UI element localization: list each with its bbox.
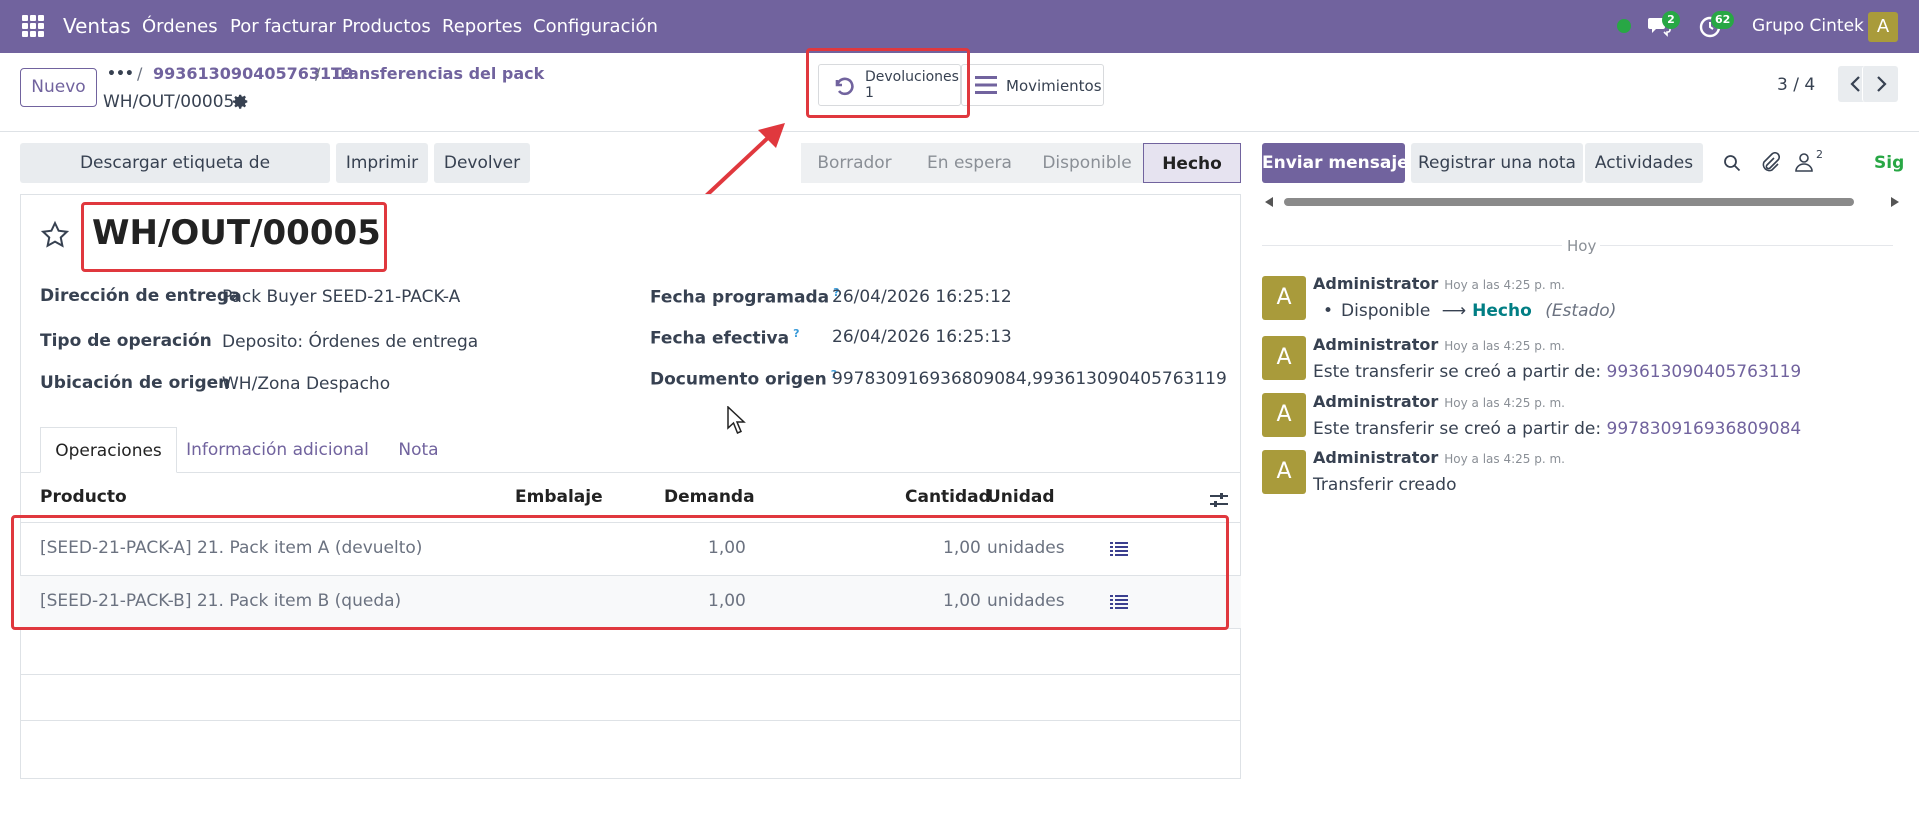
field-label-source-location: Ubicación de origen	[40, 373, 231, 393]
column-header-quantity[interactable]: Cantidad	[905, 487, 991, 507]
field-label-delivery-address: Dirección de entrega	[40, 286, 241, 306]
chatter-scrollbar[interactable]	[1262, 193, 1902, 211]
column-header-demand[interactable]: Demanda	[664, 487, 755, 507]
apps-menu-icon[interactable]	[22, 15, 44, 37]
stage-draft[interactable]: Borrador	[801, 143, 908, 183]
pager-value[interactable]: 3 / 4	[1777, 75, 1815, 95]
tab-operations[interactable]: Operaciones	[40, 427, 177, 473]
column-header-packaging[interactable]: Embalaje	[515, 487, 603, 507]
mouse-cursor-icon	[727, 406, 746, 434]
message-author: Administrator Hoy a las 4:25 p. m.	[1313, 274, 1565, 293]
stage-available[interactable]: Disponible	[1031, 143, 1143, 183]
table-divider	[20, 674, 1241, 675]
tracking-field: (Estado)	[1545, 301, 1617, 321]
avatar[interactable]: A	[1262, 336, 1306, 380]
breadcrumb-separator: /	[137, 64, 143, 83]
star-icon[interactable]	[40, 220, 70, 250]
message-author: Administrator Hoy a las 4:25 p. m.	[1313, 392, 1565, 411]
return-button[interactable]: Devolver	[434, 143, 530, 183]
annotation-box-returns	[806, 48, 970, 118]
breadcrumb-pack-transfers[interactable]: Transferencias del pack	[331, 64, 544, 83]
moves-label: Movimientos	[1006, 77, 1102, 95]
breadcrumb-current-record: WH/OUT/00005	[103, 92, 235, 112]
table-divider	[20, 720, 1241, 721]
annotation-box-rows	[11, 515, 1229, 630]
field-source-document[interactable]: 997830916936809084,993613090405763119	[832, 369, 1227, 389]
field-operation-type[interactable]: Deposito: Órdenes de entrega	[222, 332, 478, 352]
divider	[0, 131, 1919, 132]
log-note-button[interactable]: Registrar una nota	[1411, 143, 1583, 183]
field-label-operation-type: Tipo de operación	[40, 331, 212, 351]
message-body: Este transferir se creó a partir de: 993…	[1313, 362, 1802, 382]
avatar[interactable]: A	[1262, 393, 1306, 437]
tracking-old-value: Disponible	[1341, 301, 1431, 321]
stage-done[interactable]: Hecho	[1143, 143, 1241, 183]
field-delivery-address[interactable]: Pack Buyer SEED-21-PACK-A	[222, 287, 460, 307]
search-icon[interactable]	[1723, 154, 1741, 176]
message-body: Este transferir se creó a partir de: 997…	[1313, 419, 1802, 439]
send-message-button[interactable]: Enviar mensaje	[1262, 143, 1409, 183]
print-button[interactable]: Imprimir	[336, 143, 428, 183]
divider	[1262, 245, 1562, 246]
gear-icon[interactable]	[232, 93, 249, 110]
field-label-effective-date: Fecha efectiva?	[650, 327, 800, 349]
column-settings-icon[interactable]	[1209, 490, 1229, 510]
message-body: • Disponible ⟶ Hecho (Estado)	[1323, 301, 1617, 321]
field-source-location[interactable]: WH/Zona Despacho	[222, 374, 390, 394]
column-header-product[interactable]: Producto	[40, 487, 127, 507]
column-header-unit[interactable]: Unidad	[987, 487, 1055, 507]
field-effective-date[interactable]: 26/04/2026 16:25:13	[832, 327, 1012, 347]
avatar[interactable]: A	[1262, 276, 1306, 320]
tab-note[interactable]: Nota	[387, 427, 450, 473]
app-name[interactable]: Ventas	[63, 0, 131, 53]
followers-count: 2	[1816, 148, 1823, 161]
message-author: Administrator Hoy a las 4:25 p. m.	[1313, 448, 1565, 467]
activities-badge: 62	[1711, 11, 1735, 29]
menu-reportes[interactable]: Reportes	[442, 0, 522, 53]
form-sheet	[20, 194, 1241, 779]
field-label-scheduled-date: Fecha programada?	[650, 286, 840, 308]
paperclip-icon[interactable]	[1760, 151, 1781, 176]
help-icon: ?	[793, 327, 800, 340]
divider	[1600, 245, 1893, 246]
online-status-icon	[1617, 19, 1631, 33]
annotation-box-title	[81, 202, 387, 272]
message-link[interactable]: 993613090405763119	[1607, 362, 1802, 382]
pager-next-button[interactable]	[1862, 66, 1898, 102]
company-switcher[interactable]: Grupo Cintek	[1752, 0, 1864, 53]
menu-por-facturar[interactable]: Por facturar	[230, 0, 336, 53]
messages-badge: 2	[1662, 11, 1680, 29]
menu-productos[interactable]: Productos	[342, 0, 431, 53]
message-body: Transferir creado	[1313, 475, 1457, 495]
chevron-right-icon	[1877, 76, 1887, 92]
list-icon	[975, 75, 997, 95]
message-author: Administrator Hoy a las 4:25 p. m.	[1313, 335, 1565, 354]
breadcrumb-sale-order[interactable]: 993613090405763119	[153, 64, 353, 83]
field-scheduled-date[interactable]: 26/04/2026 16:25:12	[832, 287, 1012, 307]
message-link[interactable]: 997830916936809084	[1607, 419, 1802, 439]
menu-configuracion[interactable]: Configuración	[533, 0, 658, 53]
top-navbar: Ventas Órdenes Por facturar Productos Re…	[0, 0, 1919, 53]
date-separator: Hoy	[1567, 237, 1597, 255]
follow-button[interactable]: Sig	[1874, 153, 1904, 173]
field-label-source-document: Documento origen?	[650, 368, 838, 390]
tab-additional-info[interactable]: Información adicional	[186, 427, 369, 473]
download-label-button[interactable]: Descargar etiqueta de MercadoLibre	[20, 143, 330, 213]
activities-button[interactable]: Actividades	[1585, 143, 1703, 183]
moves-stat-button[interactable]: Movimientos	[961, 64, 1104, 106]
avatar[interactable]: A	[1262, 450, 1306, 494]
stage-waiting[interactable]: En espera	[908, 143, 1031, 183]
breadcrumb-more[interactable]: •••	[107, 66, 134, 82]
menu-ordenes[interactable]: Órdenes	[142, 0, 218, 53]
new-button[interactable]: Nuevo	[20, 68, 97, 107]
followers-icon[interactable]	[1795, 152, 1813, 176]
tracking-new-value: Hecho	[1472, 301, 1532, 321]
user-avatar[interactable]: A	[1868, 12, 1898, 42]
breadcrumb-separator: /	[315, 64, 321, 83]
